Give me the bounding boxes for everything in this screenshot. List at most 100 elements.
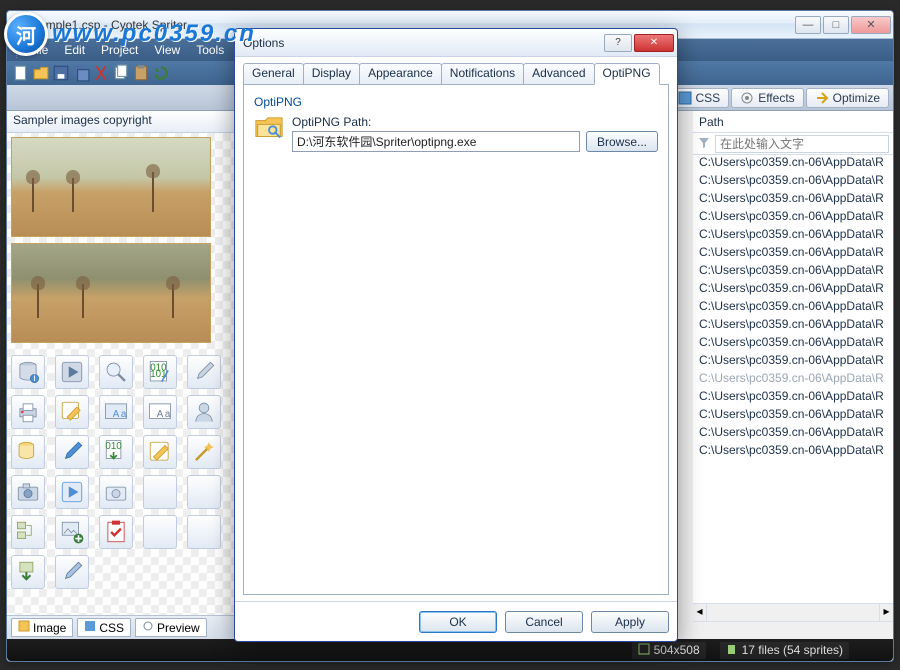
- menu-edit[interactable]: Edit: [56, 41, 93, 59]
- blank-icon[interactable]: [143, 515, 177, 549]
- optipng-path-input[interactable]: [292, 131, 580, 152]
- tab-optipng[interactable]: OptiPNG: [594, 63, 660, 85]
- text2-icon[interactable]: Aa: [143, 395, 177, 429]
- cancel-button[interactable]: Cancel: [505, 611, 583, 633]
- colorpick-icon[interactable]: [55, 435, 89, 469]
- h-scrollbar[interactable]: ◂ ▸: [693, 603, 893, 621]
- db-gear-icon[interactable]: [11, 435, 45, 469]
- minimize-button[interactable]: —: [795, 16, 821, 34]
- eyedropper2-icon[interactable]: [55, 555, 89, 589]
- svg-text:A: A: [157, 409, 164, 420]
- menu-tools[interactable]: Tools: [188, 41, 232, 59]
- path-item[interactable]: C:\Users\pc0359.cn-06\AppData\R: [693, 353, 893, 371]
- tab-general[interactable]: General: [243, 63, 304, 84]
- saveall-icon[interactable]: [72, 64, 90, 82]
- path-item[interactable]: C:\Users\pc0359.cn-06\AppData\R: [693, 443, 893, 461]
- tab-advanced[interactable]: Advanced: [523, 63, 594, 84]
- database-icon[interactable]: i: [11, 355, 45, 389]
- menu-file[interactable]: File: [21, 41, 56, 59]
- path-item[interactable]: C:\Users\pc0359.cn-06\AppData\R: [693, 317, 893, 335]
- menu-view[interactable]: View: [146, 41, 188, 59]
- path-item[interactable]: C:\Users\pc0359.cn-06\AppData\R: [693, 263, 893, 281]
- edit-icon[interactable]: [55, 395, 89, 429]
- camera2-icon[interactable]: [99, 475, 133, 509]
- tab-display[interactable]: Display: [303, 63, 360, 84]
- path-item[interactable]: C:\Users\pc0359.cn-06\AppData\R: [693, 425, 893, 443]
- image-add-icon[interactable]: [55, 515, 89, 549]
- play2-icon[interactable]: [55, 475, 89, 509]
- path-item[interactable]: C:\Users\pc0359.cn-06\AppData\R: [693, 227, 893, 245]
- path-item[interactable]: C:\Users\pc0359.cn-06\AppData\R: [693, 281, 893, 299]
- effects-icon: [740, 91, 754, 105]
- tab-appearance[interactable]: Appearance: [359, 63, 442, 84]
- browse-button[interactable]: Browse...: [586, 131, 658, 152]
- user-icon[interactable]: [187, 395, 221, 429]
- image-panel: Sampler images copyright i 010101 Aa: [7, 111, 237, 639]
- h-scrollbar-2[interactable]: [693, 621, 893, 639]
- path-header[interactable]: Path: [693, 111, 893, 133]
- dialog-tab-strip: General Display Appearance Notifications…: [243, 63, 669, 85]
- save-icon[interactable]: [52, 64, 70, 82]
- path-item[interactable]: C:\Users\pc0359.cn-06\AppData\R: [693, 209, 893, 227]
- path-item[interactable]: C:\Users\pc0359.cn-06\AppData\R: [693, 245, 893, 263]
- blank-icon[interactable]: [187, 475, 221, 509]
- refresh-icon[interactable]: [152, 64, 170, 82]
- layout-icon[interactable]: [11, 515, 45, 549]
- path-item[interactable]: C:\Users\pc0359.cn-06\AppData\R: [693, 173, 893, 191]
- apply-button[interactable]: Apply: [591, 611, 669, 633]
- print-icon[interactable]: [11, 395, 45, 429]
- path-item[interactable]: C:\Users\pc0359.cn-06\AppData\R: [693, 155, 893, 173]
- svg-text:a: a: [121, 409, 127, 420]
- svg-text:A: A: [113, 409, 120, 420]
- sprite-preview[interactable]: [11, 243, 211, 343]
- path-list[interactable]: C:\Users\pc0359.cn-06\AppData\RC:\Users\…: [693, 155, 893, 603]
- tab-image-label: Image: [33, 621, 66, 635]
- path-item[interactable]: C:\Users\pc0359.cn-06\AppData\R: [693, 389, 893, 407]
- cut-icon[interactable]: [92, 64, 110, 82]
- filter-icon[interactable]: [697, 135, 711, 152]
- dialog-title-bar[interactable]: Options ? ✕: [235, 29, 677, 57]
- maximize-button[interactable]: □: [823, 16, 849, 34]
- zoom-icon[interactable]: [99, 355, 133, 389]
- text-icon[interactable]: Aa: [99, 395, 133, 429]
- path-item[interactable]: C:\Users\pc0359.cn-06\AppData\R: [693, 335, 893, 353]
- path-panel: Path C:\Users\pc0359.cn-06\AppData\RC:\U…: [693, 111, 893, 639]
- download-icon[interactable]: [11, 555, 45, 589]
- dialog-close-button[interactable]: ✕: [634, 34, 674, 52]
- sprite-preview[interactable]: [11, 137, 211, 237]
- svg-text:010: 010: [105, 441, 122, 452]
- play-icon[interactable]: [55, 355, 89, 389]
- wand-icon[interactable]: [187, 435, 221, 469]
- new-icon[interactable]: [12, 64, 30, 82]
- optimize-button[interactable]: Optimize: [806, 88, 889, 108]
- binary-down-icon[interactable]: 010: [99, 435, 133, 469]
- paste-icon[interactable]: [132, 64, 150, 82]
- tab-image[interactable]: Image: [11, 618, 73, 637]
- tab-preview[interactable]: Preview: [135, 618, 207, 637]
- path-item[interactable]: C:\Users\pc0359.cn-06\AppData\R: [693, 299, 893, 317]
- ok-button[interactable]: OK: [419, 611, 497, 633]
- thumbnail-area[interactable]: i 010101 Aa Aa 010: [7, 133, 236, 615]
- copy-icon[interactable]: [112, 64, 130, 82]
- image-panel-title: Sampler images copyright: [7, 111, 236, 133]
- clipboard-check-icon[interactable]: [99, 515, 133, 549]
- dialog-help-button[interactable]: ?: [604, 34, 632, 52]
- effects-button[interactable]: Effects: [731, 88, 803, 108]
- tab-notifications[interactable]: Notifications: [441, 63, 524, 84]
- tab-css[interactable]: CSS: [77, 618, 131, 637]
- close-button[interactable]: ✕: [851, 16, 891, 34]
- binary-icon[interactable]: 010101: [143, 355, 177, 389]
- path-item[interactable]: C:\Users\pc0359.cn-06\AppData\R: [693, 191, 893, 209]
- open-icon[interactable]: [32, 64, 50, 82]
- blank-icon[interactable]: [143, 475, 177, 509]
- menu-project[interactable]: Project: [93, 41, 146, 59]
- eyedropper-icon[interactable]: [187, 355, 221, 389]
- blank-icon[interactable]: [187, 515, 221, 549]
- camera-icon[interactable]: [11, 475, 45, 509]
- effects-label: Effects: [758, 91, 794, 105]
- status-files: 17 files (54 sprites): [720, 642, 849, 659]
- path-item[interactable]: C:\Users\pc0359.cn-06\AppData\R: [693, 407, 893, 425]
- path-filter-input[interactable]: [715, 135, 889, 153]
- edit2-icon[interactable]: [143, 435, 177, 469]
- path-item[interactable]: C:\Users\pc0359.cn-06\AppData\R: [693, 371, 893, 389]
